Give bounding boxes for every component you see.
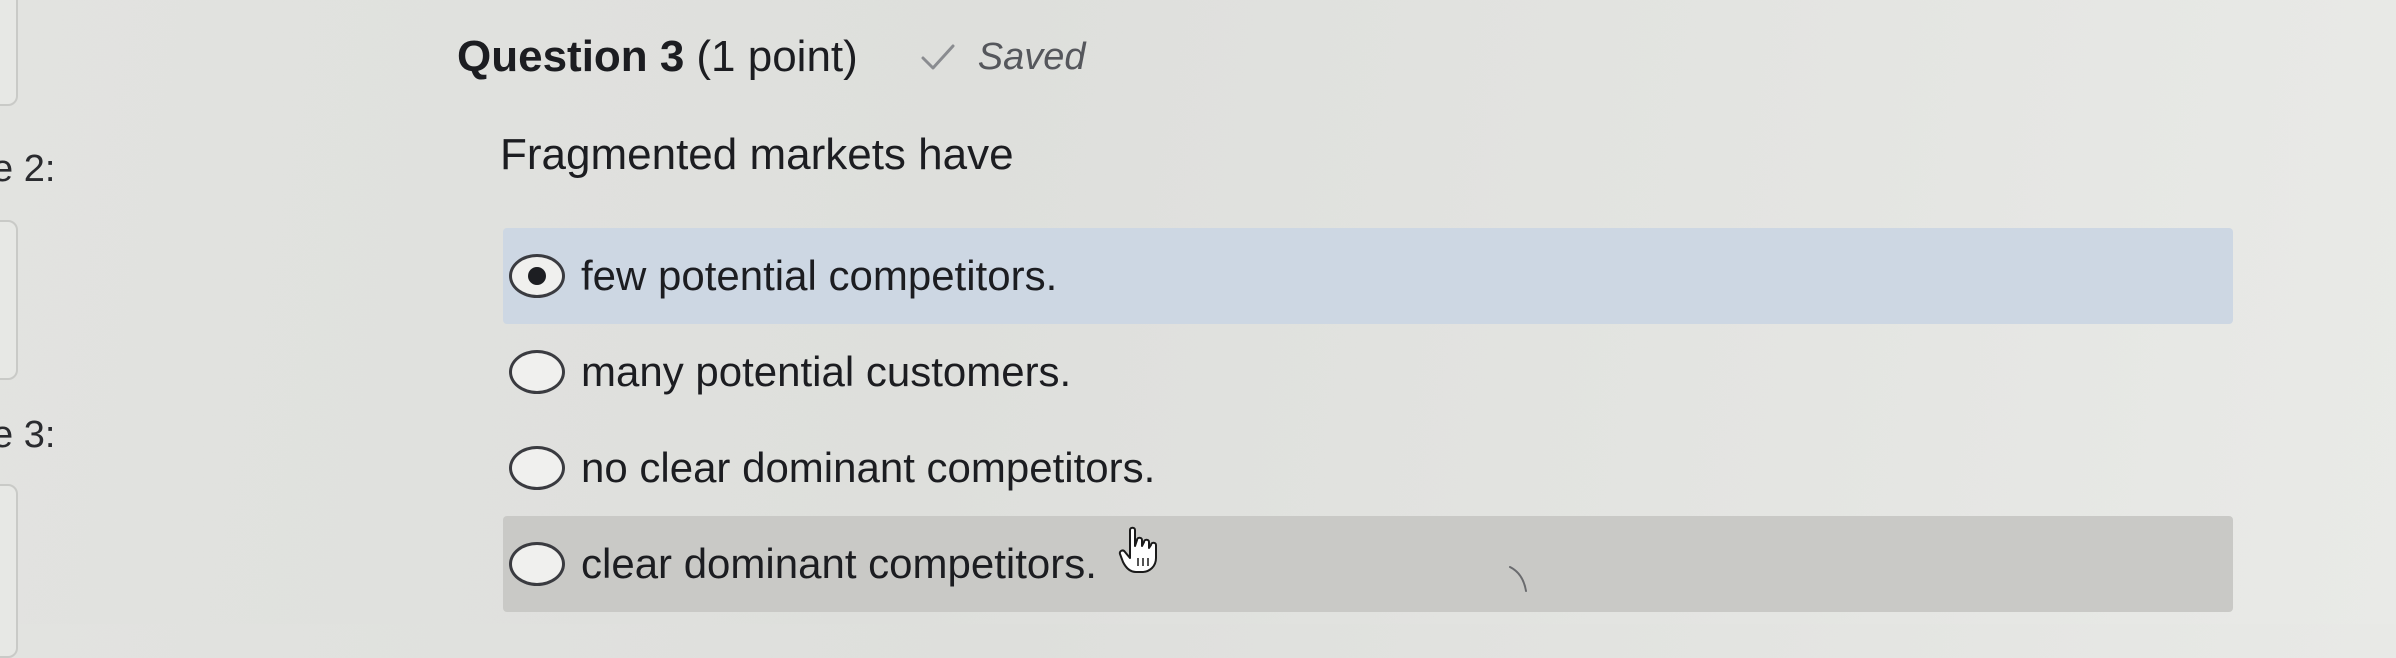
answer-option-1[interactable]: few potential competitors. <box>503 228 2233 324</box>
stray-mark-icon <box>1509 566 1527 592</box>
check-icon <box>921 44 955 70</box>
radio-button-selected[interactable] <box>509 254 565 298</box>
answer-option-4[interactable]: clear dominant competitors. <box>503 516 2233 612</box>
sidebar-question-3-box[interactable] <box>0 484 18 658</box>
question-points: (1 point) <box>696 32 858 81</box>
option-label[interactable]: many potential customers. <box>581 348 1071 396</box>
option-label[interactable]: few potential competitors. <box>581 252 1057 300</box>
option-label[interactable]: no clear dominant competitors. <box>581 444 1155 492</box>
sidebar-item-label[interactable]: e 2: <box>0 148 55 191</box>
answer-options: few potential competitors. many potentia… <box>503 228 2233 612</box>
radio-button[interactable] <box>509 350 565 394</box>
answer-option-3[interactable]: no clear dominant competitors. <box>503 420 2233 516</box>
radio-dot <box>528 267 546 285</box>
radio-button[interactable] <box>509 542 565 586</box>
sidebar-item-label[interactable]: e 3: <box>0 414 55 457</box>
sidebar-question-2-box[interactable] <box>0 220 18 380</box>
saved-status-text: Saved <box>977 35 1086 78</box>
option-label[interactable]: clear dominant competitors. <box>581 540 1097 588</box>
question-prompt: Fragmented markets have <box>500 130 1014 179</box>
answer-option-2[interactable]: many potential customers. <box>503 324 2233 420</box>
question-title: Question 3 <box>457 32 685 81</box>
hand-cursor-icon <box>1118 526 1157 573</box>
question-header: Question 3 (1 point) Saved <box>457 32 1086 82</box>
sidebar-question-1-box[interactable] <box>0 0 18 106</box>
saved-status: Saved <box>920 36 1086 79</box>
radio-button[interactable] <box>509 446 565 490</box>
sidebar: e 2: e 3: <box>0 0 80 658</box>
